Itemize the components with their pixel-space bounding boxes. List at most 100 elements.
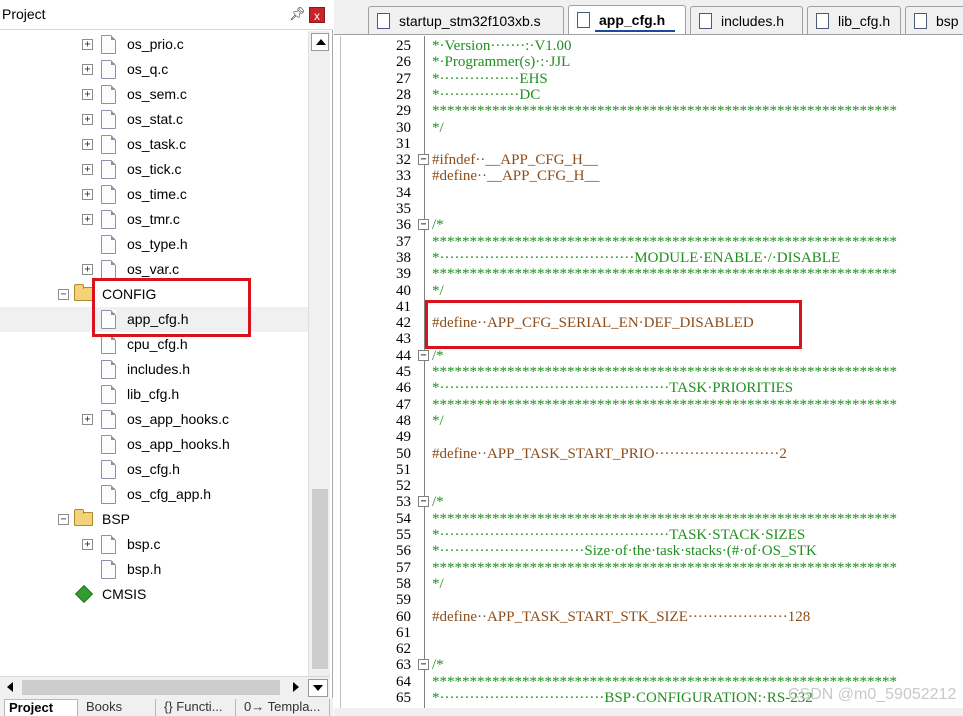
code-line: *·································BSP·CO… (432, 690, 813, 706)
fold-toggle-icon[interactable]: − (418, 154, 429, 166)
tree-item-label: os_sem.c (127, 86, 187, 102)
code-line: ****************************************… (432, 233, 897, 250)
tree-item[interactable]: os_cfg.h (0, 457, 308, 482)
editor-tab[interactable]: app_cfg.h (568, 5, 686, 34)
line-number: 26 (396, 54, 411, 71)
expand-icon[interactable]: + (82, 264, 93, 275)
editor-tab-label: app_cfg.h (599, 12, 666, 28)
tree-item[interactable]: bsp.h (0, 557, 308, 582)
line-number: 44 (396, 347, 411, 364)
line-number: 45 (396, 364, 411, 380)
editor-tab-bar: startup_stm32f103xb.s app_cfg.h includes.h… (334, 0, 963, 35)
tree-item-label: os_cfg.h (127, 461, 180, 477)
line-number: 38 (396, 249, 411, 266)
tree-horizontal-scrollbar[interactable] (0, 676, 330, 698)
tree-item[interactable]: + os_tick.c (0, 157, 308, 182)
panel-tab[interactable]: {} Functi... (160, 699, 236, 716)
code-editor[interactable]: 25 26 27 28 29 30 31 32 33 34 35 36 37 38 39 40 41 42 43 44… (340, 36, 963, 710)
line-number: 49 (396, 429, 411, 446)
editor-tab[interactable]: includes.h (690, 6, 803, 34)
collapse-icon[interactable]: − (58, 514, 69, 525)
tree-item[interactable]: os_app_hooks.h (0, 432, 308, 457)
scroll-down-arrow-icon[interactable] (308, 679, 328, 697)
code-line: *················EHS (432, 70, 548, 87)
fold-toggle-icon[interactable]: − (418, 219, 429, 231)
expand-icon[interactable]: + (82, 64, 93, 75)
editor-tab[interactable]: lib_cfg.h (807, 6, 901, 34)
tree-item[interactable]: lib_cfg.h (0, 382, 308, 407)
expand-icon[interactable]: + (82, 89, 93, 100)
line-number: 52 (396, 478, 411, 495)
document-icon (914, 13, 927, 29)
code-line: /* (432, 217, 444, 234)
editor-tab-label: bsp (936, 13, 959, 29)
tree-folder[interactable]: − BSP (0, 507, 308, 532)
panel-tab[interactable]: 0→ Templa... (240, 699, 330, 716)
tree-item[interactable]: + bsp.c (0, 532, 308, 557)
expand-icon[interactable]: + (82, 114, 93, 125)
tree-item-label: cpu_cfg.h (127, 336, 188, 352)
file-icon (101, 235, 116, 254)
expand-icon[interactable]: + (82, 414, 93, 425)
expand-icon[interactable]: + (82, 539, 93, 550)
tree-item[interactable]: + os_tmr.c (0, 207, 308, 232)
pin-icon[interactable]: 📌︎ (289, 6, 306, 22)
line-number: 64 (396, 673, 411, 690)
tree-item-label: bsp.h (127, 561, 162, 577)
tree-item[interactable]: + os_task.c (0, 132, 308, 157)
expand-icon[interactable]: + (82, 189, 93, 200)
code-line: *·······································… (432, 380, 794, 397)
tree-item[interactable]: + os_q.c (0, 57, 308, 82)
code-line: *················DC (432, 86, 541, 103)
scroll-left-arrow-icon[interactable] (2, 679, 20, 696)
tree-item-label: os_type.h (127, 236, 188, 252)
tree-item-label: os_var.c (127, 261, 180, 277)
scroll-right-arrow-icon[interactable] (287, 679, 305, 696)
tree-item[interactable]: CMSIS (0, 582, 308, 607)
tree-item[interactable]: + os_app_hooks.c (0, 407, 308, 432)
code-line: ****************************************… (432, 266, 897, 283)
panel-tab-label: 0→ Templa... (244, 699, 321, 714)
tree-vertical-scrollbar[interactable] (308, 31, 330, 676)
tree-item[interactable]: + os_time.c (0, 182, 308, 207)
panel-tab[interactable]: Project (4, 699, 78, 716)
line-number: 59 (396, 592, 411, 609)
line-number: 65 (396, 690, 411, 706)
document-icon (699, 13, 712, 29)
editor-tab[interactable]: startup_stm32f103xb.s (368, 6, 564, 34)
line-number: 60 (396, 608, 411, 625)
expand-icon[interactable]: + (82, 139, 93, 150)
collapse-icon[interactable]: − (58, 289, 69, 300)
expand-icon[interactable]: + (82, 39, 93, 50)
code-line: */ (432, 119, 444, 136)
panel-bottom-tabs: Project Books {} Functi... 0→ Templa... (0, 698, 333, 716)
panel-tab[interactable]: Books (82, 699, 156, 716)
project-tree: + os_prio.c + os_q.c + os_sem.c + os_stat.c + os_… (0, 31, 308, 676)
expand-icon[interactable]: + (82, 164, 93, 175)
expand-icon[interactable]: + (82, 214, 93, 225)
fold-toggle-icon[interactable]: − (418, 349, 429, 361)
tree-item[interactable]: os_type.h (0, 232, 308, 257)
line-number: 30 (396, 119, 411, 136)
line-number: 54 (396, 510, 411, 527)
file-icon (101, 535, 116, 554)
tree-item[interactable]: os_cfg_app.h (0, 482, 308, 507)
scrollbar-thumb[interactable] (312, 489, 328, 669)
horizontal-scrollbar-thumb[interactable] (22, 680, 280, 695)
panel-tab-label: Project (9, 700, 54, 715)
close-panel-button[interactable]: x (309, 7, 325, 23)
line-number: 62 (396, 641, 411, 658)
tree-item[interactable]: + os_stat.c (0, 107, 308, 132)
line-number: 48 (396, 412, 411, 429)
watermark: CSDN @m0_59052212 (788, 686, 957, 703)
line-number: 31 (396, 135, 411, 152)
tree-item[interactable]: + os_prio.c (0, 32, 308, 57)
tree-item[interactable]: includes.h (0, 357, 308, 382)
tree-item[interactable]: + os_sem.c (0, 82, 308, 107)
scroll-up-arrow-icon[interactable] (311, 33, 329, 51)
editor-tab[interactable]: bsp (905, 6, 963, 34)
tree-item-label: BSP (102, 511, 131, 527)
active-tab-underline (595, 30, 675, 32)
fold-toggle-icon[interactable]: − (418, 496, 429, 508)
fold-toggle-icon[interactable]: − (418, 659, 429, 671)
